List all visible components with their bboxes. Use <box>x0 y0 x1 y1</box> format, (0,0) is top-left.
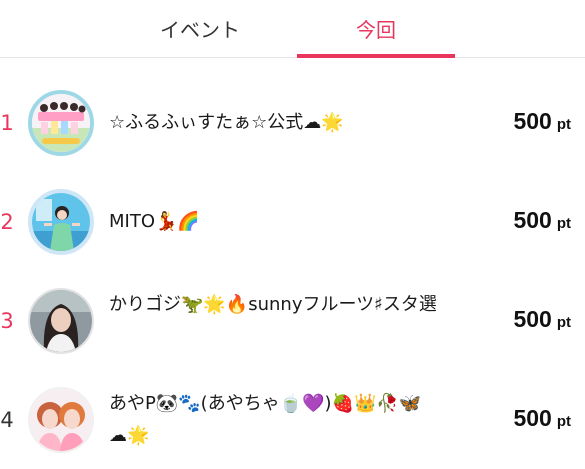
ranking-row[interactable]: 1 ☆ふるふぃすたぁ☆公式☁🌟 500 pt <box>0 74 585 172</box>
avatar[interactable] <box>28 90 94 156</box>
ranking-row[interactable]: 4 あやP🐼🐾(あやちゃ🍵💜)🍓👑🥀🦋☁🌟 500 pt <box>0 371 585 469</box>
duo-photo-icon <box>30 389 92 451</box>
points: 500 pt <box>451 207 571 234</box>
tab-current[interactable]: 今回 <box>297 0 455 57</box>
avatar[interactable] <box>28 288 94 354</box>
user-name[interactable]: MITO💃🌈 <box>109 206 439 238</box>
active-tab-indicator <box>297 54 455 58</box>
points-value: 500 <box>513 306 552 332</box>
points-unit: pt <box>556 116 571 133</box>
ranking-row[interactable]: 3 かりゴジ🦖🌟🔥sunnyフルーツ♯スタ選 500 pt <box>0 272 585 370</box>
points: 500 pt <box>451 306 571 333</box>
points-unit: pt <box>556 314 571 331</box>
points-unit: pt <box>556 413 571 430</box>
points-value: 500 <box>513 207 552 233</box>
user-name[interactable]: あやP🐼🐾(あやちゃ🍵💜)🍓👑🥀🦋☁🌟 <box>109 388 439 452</box>
person-photo-icon <box>32 193 90 251</box>
tab-bar: イベント 今回 <box>0 0 585 58</box>
user-name[interactable]: ☆ふるふぃすたぁ☆公式☁🌟 <box>109 107 439 139</box>
points-value: 500 <box>513 405 552 431</box>
rank-number: 2 <box>0 210 14 234</box>
avatar[interactable] <box>28 189 94 255</box>
person-photo-icon <box>30 290 92 352</box>
user-name[interactable]: かりゴジ🦖🌟🔥sunnyフルーツ♯スタ選 <box>109 289 439 321</box>
points: 500 pt <box>451 405 571 432</box>
rank-number: 4 <box>0 408 14 432</box>
points-value: 500 <box>513 108 552 134</box>
rank-number: 1 <box>0 111 14 135</box>
ranking-row[interactable]: 2 MITO💃🌈 500 pt <box>0 173 585 271</box>
tab-event[interactable]: イベント <box>100 0 300 57</box>
rank-number: 3 <box>0 309 14 333</box>
points-unit: pt <box>556 215 571 232</box>
group-photo-icon <box>32 94 90 152</box>
points: 500 pt <box>451 108 571 135</box>
avatar[interactable] <box>28 387 94 453</box>
